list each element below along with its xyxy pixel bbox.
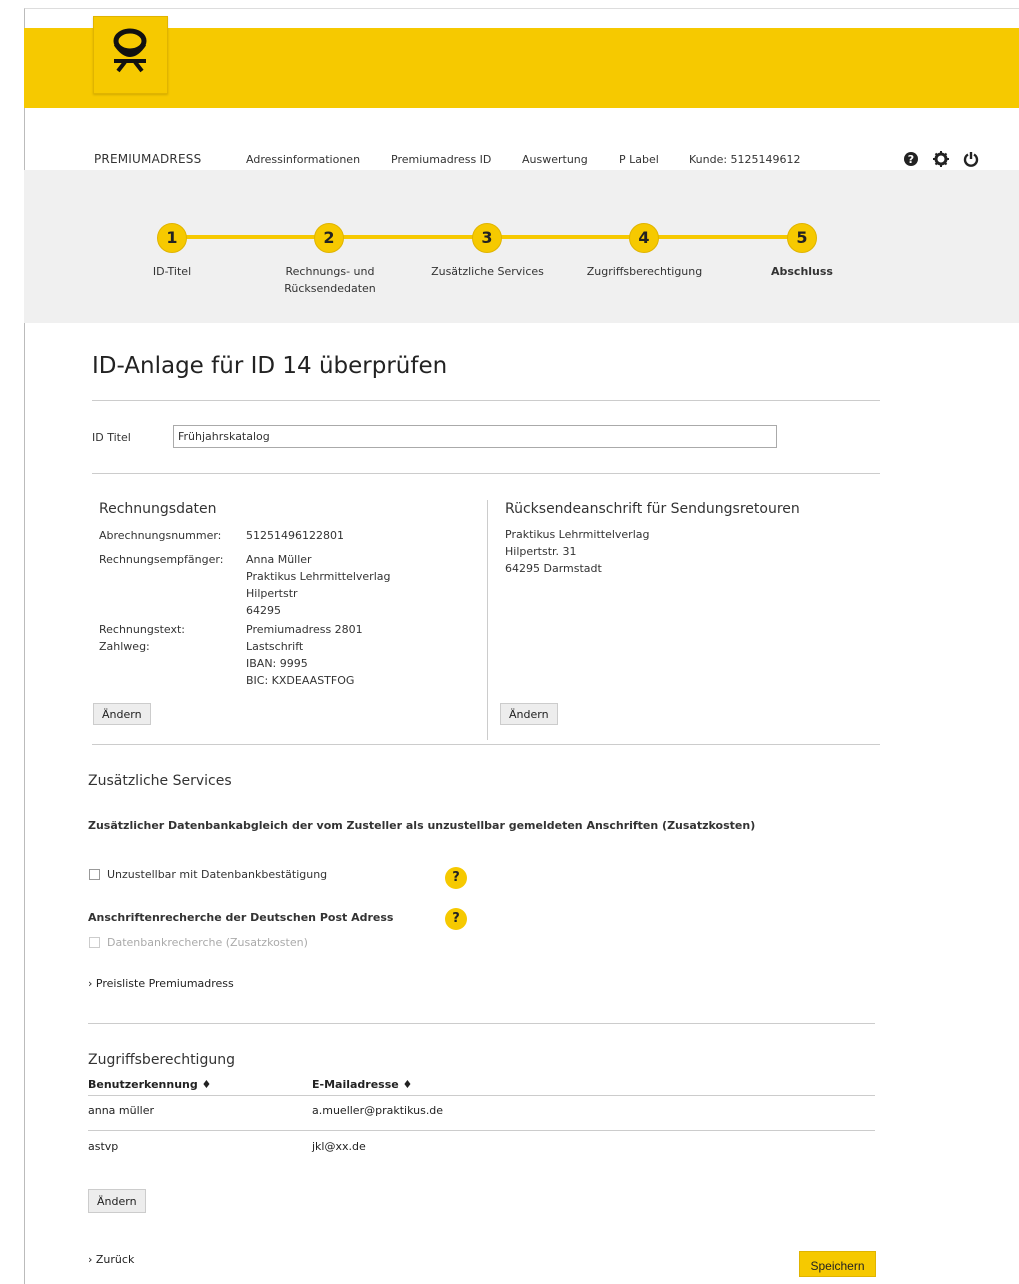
billing-recipient-label: Rechnungsempfänger: <box>99 553 224 566</box>
email-column-header[interactable]: E-Mailadresse ♦ <box>312 1078 412 1091</box>
nav-premiumadress-id[interactable]: Premiumadress ID <box>391 153 491 166</box>
table-divider <box>88 1095 875 1096</box>
table-cell-user: astvp <box>88 1140 119 1153</box>
research-title: Anschriftenrecherche der Deutschen Post … <box>88 911 394 924</box>
step-1[interactable]: 1 <box>157 223 187 253</box>
billing-change-button[interactable]: Ändern <box>93 703 151 725</box>
column-divider <box>487 500 488 740</box>
divider <box>92 473 880 474</box>
table-cell-user: anna müller <box>88 1104 155 1117</box>
billing-account-value: 51251496122801 <box>246 529 344 542</box>
save-button[interactable]: Speichern <box>799 1251 876 1277</box>
step-4[interactable]: 4 <box>629 223 659 253</box>
divider <box>92 400 880 401</box>
access-change-button[interactable]: Ändern <box>88 1189 146 1213</box>
return-address-title: Rücksendeanschrift für Sendungsretouren <box>505 501 800 517</box>
nav-adressinformationen[interactable]: Adressinformationen <box>246 153 360 166</box>
header-band <box>24 28 1019 108</box>
divider <box>92 744 880 745</box>
nav-customer-number: Kunde: 5125149612 <box>689 153 801 166</box>
services-subtitle: Zusätzlicher Datenbankabgleich der vom Z… <box>88 819 756 832</box>
post-horn-icon <box>113 28 147 73</box>
help-button[interactable]: ? <box>445 867 467 889</box>
page-title: ID-Anlage für ID 14 überprüfen <box>92 353 448 379</box>
help-icon[interactable]: ? <box>903 151 919 167</box>
power-icon[interactable] <box>963 151 979 167</box>
research-label: Datenbankrecherche (Zusatzkosten) <box>107 936 308 949</box>
return-address-line: Hilpertstr. 31 <box>505 545 577 558</box>
return-address-change-button[interactable]: Ändern <box>500 703 558 725</box>
step-1-label: ID-Titel <box>152 265 192 278</box>
research-checkbox[interactable] <box>89 937 100 948</box>
table-cell-email: a.mueller@praktikus.de <box>312 1104 444 1117</box>
nav-auswertung[interactable]: Auswertung <box>522 153 588 166</box>
billing-text-label: Rechnungstext: <box>99 623 185 636</box>
unzustellbar-checkbox[interactable] <box>89 869 100 880</box>
help-button[interactable]: ? <box>445 908 467 930</box>
nav-p-label[interactable]: P Label <box>619 153 659 166</box>
payment-method-value: Lastschrift IBAN: 9995 BIC: KXDEAASTFOG <box>246 640 355 687</box>
deutsche-post-logo[interactable] <box>93 16 168 94</box>
user-column-header[interactable]: Benutzerkennung ♦ <box>88 1078 211 1091</box>
services-title: Zusätzliche Services <box>88 773 232 789</box>
step-5[interactable]: 5 <box>787 223 817 253</box>
step-5-label: Abschluss <box>771 265 833 278</box>
return-address-line: Praktikus Lehrmittelverlag <box>505 528 650 541</box>
brand-name[interactable]: PREMIUMADRESS <box>94 152 201 166</box>
step-2-label: Rechnungs- und Rücksendedaten <box>284 265 376 295</box>
step-4-label: Zugriffsberechtigung <box>586 265 703 278</box>
svg-text:?: ? <box>908 153 914 166</box>
billing-text-value: Premiumadress 2801 <box>246 623 363 636</box>
price-list-link[interactable]: › Preisliste Premiumadress <box>88 977 234 990</box>
gear-icon[interactable] <box>933 151 949 167</box>
table-cell-email: jkl@xx.de <box>312 1140 366 1153</box>
id-title-label: ID Titel <box>92 431 131 444</box>
unzustellbar-label[interactable]: Unzustellbar mit Datenbankbestätigung <box>107 866 327 883</box>
billing-recipient-value: Anna Müller Praktikus Lehrmittelverlag H… <box>246 553 391 617</box>
id-title-input[interactable] <box>173 425 777 448</box>
table-divider <box>88 1130 875 1131</box>
payment-method-label: Zahlweg: <box>99 640 150 653</box>
step-3-label: Zusätzliche Services <box>431 265 544 278</box>
billing-title: Rechnungsdaten <box>99 501 217 517</box>
billing-account-label: Abrechnungsnummer: <box>99 529 222 542</box>
step-3[interactable]: 3 <box>472 223 502 253</box>
back-link[interactable]: › Zurück <box>88 1253 134 1266</box>
access-title: Zugriffsberechtigung <box>88 1052 235 1068</box>
divider <box>88 1023 875 1024</box>
step-2[interactable]: 2 <box>314 223 344 253</box>
return-address-line: 64295 Darmstadt <box>505 562 602 575</box>
